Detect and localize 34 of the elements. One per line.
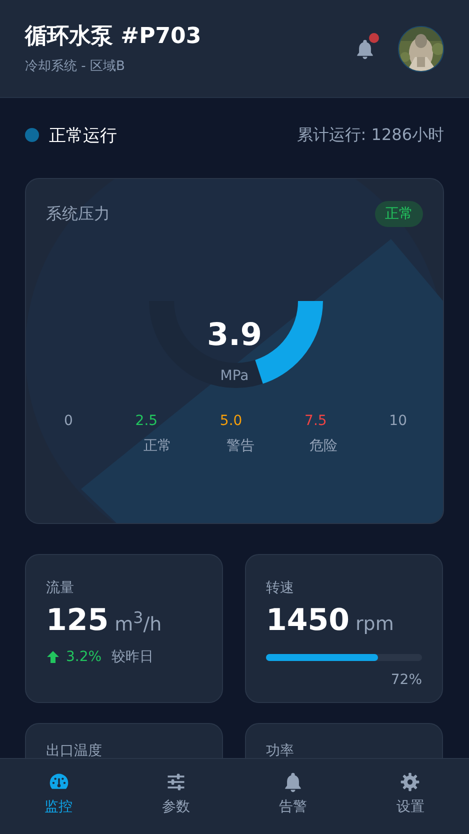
notification-bell-icon[interactable] xyxy=(354,38,376,60)
up-arrow-icon xyxy=(46,650,60,664)
scale-label: 5.0 xyxy=(220,413,242,429)
scale-label: 2.5 xyxy=(135,413,158,429)
metric-title: 流量 xyxy=(46,579,74,597)
metric-value: 125 xyxy=(46,603,109,638)
zone-label: 危险 xyxy=(310,437,338,455)
status-label: 正常运行 xyxy=(49,124,117,146)
uptime-text: 累计运行: 1286小时 xyxy=(296,124,444,146)
metric-unit: rpm xyxy=(356,613,394,635)
scale-label: 0 xyxy=(64,413,73,429)
page-subtitle: 冷却系统 - 区域B xyxy=(25,58,126,75)
gauge-value: 3.9 xyxy=(207,317,262,353)
scale-label: 7.5 xyxy=(304,413,327,429)
metric-title: 出口温度 xyxy=(46,742,102,760)
page-title: 循环水泵 #P703 xyxy=(25,23,202,51)
zone-label: 警告 xyxy=(226,437,254,455)
status-badge: 正常 xyxy=(375,201,423,227)
change-value: 3.2% xyxy=(66,649,102,665)
zone-label: 正常 xyxy=(144,437,172,455)
progress-percent: 72% xyxy=(390,672,422,688)
metric-title: 功率 xyxy=(266,742,294,760)
scale-label: 10 xyxy=(389,413,407,429)
change-note: 较昨日 xyxy=(112,648,154,666)
card-title: 系统压力 xyxy=(46,204,110,224)
metric-title: 转速 xyxy=(266,579,294,597)
settings-icon xyxy=(399,771,422,793)
nav-tab[interactable]: 设置 xyxy=(375,771,446,816)
metric-unit: m$^{3}$/h xyxy=(114,608,162,635)
nav-tab[interactable]: 参数 xyxy=(140,771,211,816)
gauge-unit: MPa xyxy=(220,368,249,384)
metric-value: 1450 xyxy=(266,603,350,638)
nav-tab[interactable]: 监控 xyxy=(24,771,94,816)
nav-tab[interactable]: 告警 xyxy=(258,771,328,816)
